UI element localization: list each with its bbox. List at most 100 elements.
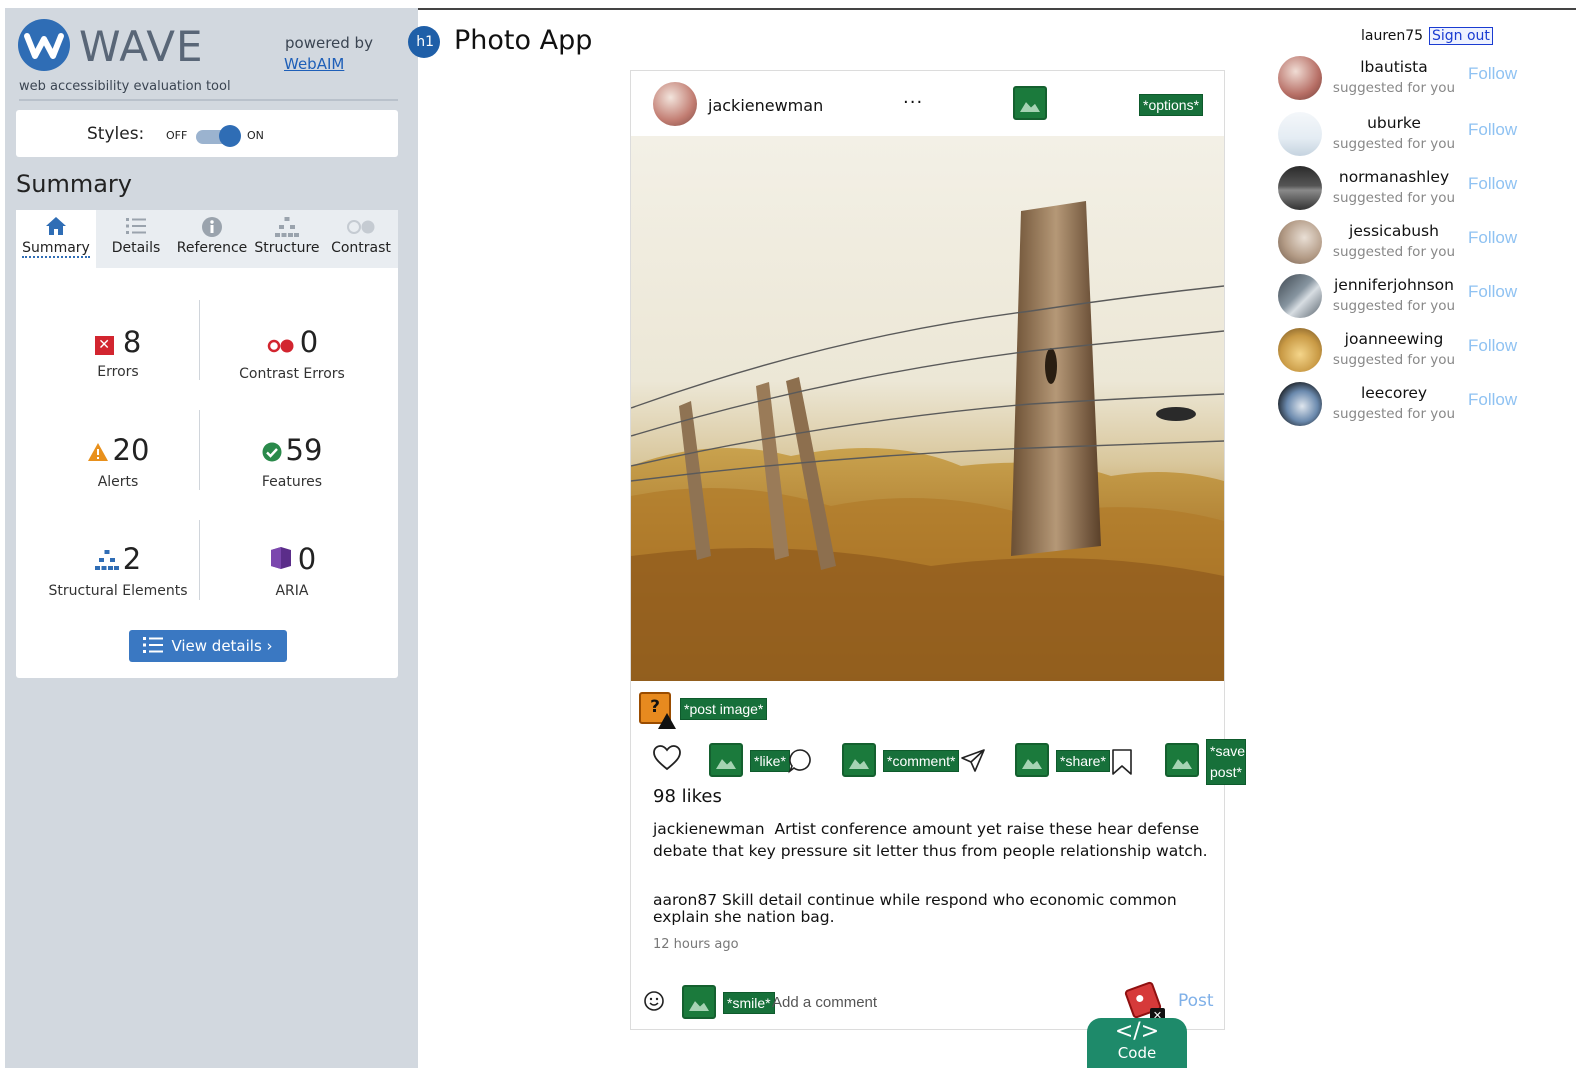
stat-features[interactable]: 59 Features: [202, 434, 382, 490]
contrast-errors-label: Contrast Errors: [239, 366, 345, 382]
stat-structural-elements[interactable]: 2 Structural Elements: [28, 543, 208, 599]
features-label: Features: [261, 474, 323, 490]
avatar: [1278, 220, 1322, 264]
save-post-tag-line1: *save: [1210, 743, 1246, 759]
wave-subtitle: web accessibility evaluation tool: [19, 79, 231, 94]
styles-toggle-knob[interactable]: [219, 125, 241, 147]
add-comment-input[interactable]: Add a comment: [772, 994, 877, 1011]
alerts-count: 20: [112, 433, 150, 467]
follow-button[interactable]: Follow: [1468, 64, 1517, 84]
errors-label: Errors: [97, 364, 139, 380]
current-username: lauren75: [1361, 28, 1424, 44]
comment-username[interactable]: aaron87: [653, 891, 717, 909]
aria-label: ARIA: [275, 583, 309, 599]
avatar: [1278, 382, 1322, 426]
post-image: [631, 136, 1224, 681]
summary-heading: Summary: [16, 170, 132, 198]
suggestion-name: jessicabush: [1349, 222, 1439, 240]
follow-button[interactable]: Follow: [1468, 336, 1517, 356]
follow-button[interactable]: Follow: [1468, 390, 1517, 410]
tab-contrast[interactable]: Contrast: [324, 210, 398, 268]
code-icon: </>: [1114, 1019, 1160, 1044]
list-icon: [143, 633, 164, 665]
avatar[interactable]: [653, 82, 697, 126]
bookmark-icon[interactable]: [1111, 748, 1133, 782]
follow-button[interactable]: Follow: [1468, 120, 1517, 140]
stat-alerts[interactable]: 20 Alerts: [28, 434, 208, 490]
styles-on-label: ON: [247, 129, 264, 142]
avatar: [1278, 112, 1322, 156]
wave-image-icon: [1015, 743, 1049, 777]
share-icon[interactable]: [960, 748, 986, 780]
structure-icon: [94, 545, 119, 577]
structural-label: Structural Elements: [48, 583, 188, 599]
sign-out-button[interactable]: Sign out: [1429, 27, 1493, 45]
follow-button[interactable]: Follow: [1468, 282, 1517, 302]
smile-tag: *smile*: [723, 992, 775, 1014]
suggestion-subtext: suggested for you: [1332, 352, 1456, 368]
wave-image-icon: [1013, 86, 1047, 120]
feature-check-icon: [262, 436, 282, 468]
save-post-tag[interactable]: *save post*: [1206, 739, 1246, 785]
view-details-button[interactable]: View details ›: [129, 630, 287, 662]
wave-logo-icon: [18, 19, 70, 71]
comment-item: aaron87 Skill detail continue while resp…: [653, 892, 1208, 926]
suggestion-name: jenniferjohnson: [1334, 276, 1454, 294]
tab-reference[interactable]: Reference: [174, 210, 250, 268]
alert-icon: [658, 713, 676, 729]
aria-cube-icon: [268, 545, 294, 577]
suggestion-subtext: suggested for you: [1332, 244, 1456, 260]
comment-icon[interactable]: [788, 748, 814, 780]
save-post-tag-line2: post*: [1210, 764, 1242, 780]
avatar: [1278, 274, 1322, 318]
comment-tag[interactable]: *comment*: [883, 750, 960, 772]
suggestion-subtext: suggested for you: [1332, 190, 1456, 206]
wave-image-icon: [842, 743, 876, 777]
tab-summary[interactable]: Summary: [16, 210, 96, 268]
wave-image-icon: [682, 985, 716, 1019]
wave-tabs: Summary Details Reference Structure Cont…: [16, 210, 398, 268]
tab-details[interactable]: Details: [98, 210, 174, 268]
smile-icon[interactable]: [643, 990, 665, 1017]
top-border: [418, 8, 1576, 10]
post-image-tag: *post image*: [680, 698, 768, 720]
suggestion-subtext: suggested for you: [1332, 136, 1456, 152]
error-icon: ✕: [94, 336, 114, 355]
contrast-error-icon: [266, 328, 296, 360]
suggestion-name: joanneewing: [1344, 330, 1444, 348]
alerts-label: Alerts: [97, 474, 139, 490]
styles-label: Styles:: [87, 124, 145, 144]
hierarchy-icon: [250, 210, 324, 240]
alert-icon: [87, 436, 109, 468]
stat-contrast-errors[interactable]: 0 Contrast Errors: [202, 326, 382, 382]
post-caption: jackienewman Artist conference amount ye…: [653, 818, 1208, 862]
tab-contrast-label: Contrast: [331, 240, 391, 256]
more-options-icon[interactable]: ···: [903, 92, 923, 113]
powered-by-label: powered by: [285, 34, 373, 52]
post-comment-button[interactable]: Post: [1178, 991, 1214, 1011]
stat-errors[interactable]: ✕ 8 Errors: [28, 326, 208, 380]
likes-count: 98 likes: [653, 786, 722, 807]
webaim-link[interactable]: WebAIM: [284, 55, 344, 73]
suggestion-name: lbautista: [1360, 58, 1428, 76]
options-tag[interactable]: *options*: [1139, 94, 1204, 116]
structural-count: 2: [122, 542, 142, 576]
code-toggle-button[interactable]: </> Code: [1087, 1018, 1187, 1068]
tab-structure[interactable]: Structure: [250, 210, 324, 268]
styles-off-label: OFF: [166, 129, 188, 142]
post-username[interactable]: jackienewman: [708, 96, 823, 115]
follow-button[interactable]: Follow: [1468, 228, 1517, 248]
follow-button[interactable]: Follow: [1468, 174, 1517, 194]
like-tag[interactable]: *like*: [750, 750, 790, 772]
view-details-label: View details ›: [171, 637, 273, 655]
avatar: [1278, 328, 1322, 372]
stat-aria[interactable]: 0 ARIA: [202, 543, 382, 599]
avatar: [1278, 56, 1322, 100]
home-icon: [16, 210, 96, 240]
heart-icon[interactable]: [653, 745, 681, 777]
contrast-errors-count: 0: [299, 325, 319, 359]
caption-username[interactable]: jackienewman: [653, 820, 765, 838]
share-tag[interactable]: *share*: [1056, 750, 1110, 772]
list-icon: [98, 210, 174, 240]
comment-text: Skill detail continue while respond who …: [653, 891, 1177, 926]
